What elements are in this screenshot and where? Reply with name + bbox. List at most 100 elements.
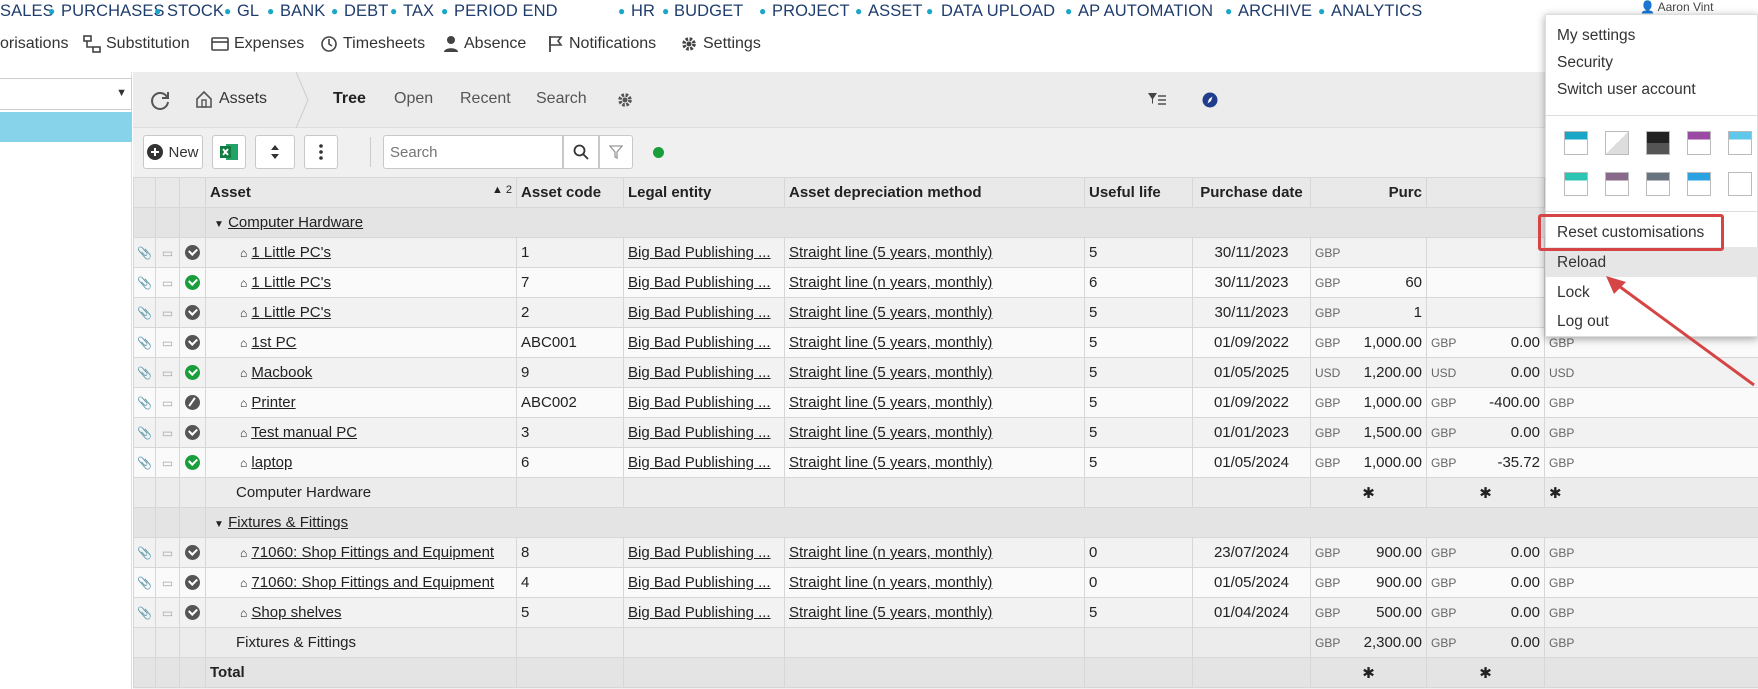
theme-swatch-teal[interactable] xyxy=(1564,172,1588,196)
attach-cell[interactable]: 📎 xyxy=(133,537,156,568)
legal-entity-cell[interactable]: Big Bad Publishing ... xyxy=(623,297,785,328)
nav-project[interactable]: PROJECT xyxy=(772,2,850,21)
legal-entity-cell[interactable]: Big Bad Publishing ... xyxy=(623,447,785,478)
legal-entity-cell[interactable]: Big Bad Publishing ... xyxy=(623,387,785,418)
depreciation-link[interactable]: Straight line (5 years, monthly) xyxy=(789,304,992,321)
asset-cell[interactable]: ⌂ Shop shelves xyxy=(205,597,517,628)
table-row[interactable]: 📎 ▭ ⌂ 71060: Shop Fittings and Equipment 4 B… xyxy=(133,567,1758,598)
theme-swatch-dark[interactable] xyxy=(1646,131,1670,155)
depreciation-cell[interactable]: Straight line (n years, monthly) xyxy=(784,567,1085,598)
note-cell[interactable]: ▭ xyxy=(155,567,180,598)
attach-cell[interactable]: 📎 xyxy=(133,447,156,478)
note-cell[interactable]: ▭ xyxy=(155,537,180,568)
expand-triangle-icon[interactable]: ▼ xyxy=(214,219,224,230)
subnav-expenses[interactable]: Expenses xyxy=(211,35,304,53)
subnav-timesheets[interactable]: Timesheets xyxy=(320,35,425,53)
menu-switch-user[interactable]: Switch user account xyxy=(1557,81,1696,99)
nav-archive[interactable]: ARCHIVE xyxy=(1238,2,1312,21)
depreciation-cell[interactable]: Straight line (5 years, monthly) xyxy=(784,387,1085,418)
depreciation-link[interactable]: Straight line (5 years, monthly) xyxy=(789,244,992,261)
group-name[interactable]: Fixtures & Fittings xyxy=(228,514,348,531)
table-row[interactable]: 📎 ▭ ⌂ Macbook 9 Big Bad Publishing ... Straig… xyxy=(133,357,1758,388)
nav-stock[interactable]: STOCK xyxy=(167,2,224,21)
subnav-absence[interactable]: Absence xyxy=(443,35,526,53)
depreciation-link[interactable]: Straight line (5 years, monthly) xyxy=(789,364,992,381)
legal-entity-cell[interactable]: Big Bad Publishing ... xyxy=(623,237,785,268)
asset-cell[interactable]: ⌂ 71060: Shop Fittings and Equipment xyxy=(205,537,517,568)
menu-lock[interactable]: Lock xyxy=(1557,284,1590,302)
note-cell[interactable]: ▭ xyxy=(155,597,180,628)
depreciation-cell[interactable]: Straight line (5 years, monthly) xyxy=(784,357,1085,388)
nav-ap-automation[interactable]: AP AUTOMATION xyxy=(1078,2,1213,21)
legal-entity-cell[interactable]: Big Bad Publishing ... xyxy=(623,597,785,628)
nav-tax[interactable]: TAX xyxy=(403,2,434,21)
attach-cell[interactable]: 📎 xyxy=(133,267,156,298)
depreciation-link[interactable]: Straight line (5 years, monthly) xyxy=(789,334,992,351)
tab-recent[interactable]: Recent xyxy=(460,90,511,108)
asset-name-link[interactable]: 71060: Shop Fittings and Equipment xyxy=(251,574,494,591)
depreciation-cell[interactable]: Straight line (5 years, monthly) xyxy=(784,327,1085,358)
table-row[interactable]: 📎 ▭ ⌂ 1 Little PC's 1 Big Bad Publishing ...… xyxy=(133,237,1758,268)
theme-swatch-blue[interactable] xyxy=(1564,131,1588,155)
asset-name-link[interactable]: 71060: Shop Fittings and Equipment xyxy=(251,544,494,561)
compass-icon[interactable] xyxy=(1202,92,1218,108)
asset-name-link[interactable]: Macbook xyxy=(251,364,312,381)
theme-swatch-slate[interactable] xyxy=(1646,172,1670,196)
asset-cell[interactable]: ⌂ 1 Little PC's xyxy=(205,297,517,328)
theme-swatch-plain[interactable] xyxy=(1728,172,1752,196)
note-cell[interactable]: ▭ xyxy=(155,297,180,328)
legal-entity-link[interactable]: Big Bad Publishing ... xyxy=(628,304,771,321)
note-cell[interactable]: ▭ xyxy=(155,447,180,478)
group-row[interactable]: ▼ Computer Hardware xyxy=(133,207,1758,238)
user-menu[interactable]: 👤 Aaron Vint xyxy=(1640,0,1713,14)
subnav-settings[interactable]: Settings xyxy=(680,35,761,53)
depreciation-cell[interactable]: Straight line (5 years, monthly) xyxy=(784,597,1085,628)
asset-cell[interactable]: ⌂ 71060: Shop Fittings and Equipment xyxy=(205,567,517,598)
legal-entity-cell[interactable]: Big Bad Publishing ... xyxy=(623,417,785,448)
legal-entity-link[interactable]: Big Bad Publishing ... xyxy=(628,394,771,411)
sort-button[interactable] xyxy=(255,135,295,169)
tab-open[interactable]: Open xyxy=(394,90,433,108)
depreciation-cell[interactable]: Straight line (5 years, monthly) xyxy=(784,297,1085,328)
col-header-asset-code[interactable]: Asset code xyxy=(516,177,624,208)
asset-cell[interactable]: ⌂ Test manual PC xyxy=(205,417,517,448)
nav-data-upload[interactable]: DATA UPLOAD xyxy=(941,2,1055,21)
table-row[interactable]: 📎 ▭ ⌂ Printer ABC002 Big Bad Publishing ... S… xyxy=(133,387,1758,418)
legal-entity-link[interactable]: Big Bad Publishing ... xyxy=(628,244,771,261)
col-header-legal-entity[interactable]: Legal entity xyxy=(623,177,785,208)
theme-swatch-sky[interactable] xyxy=(1728,131,1752,155)
note-cell[interactable]: ▭ xyxy=(155,417,180,448)
depreciation-cell[interactable]: Straight line (5 years, monthly) xyxy=(784,237,1085,268)
depreciation-link[interactable]: Straight line (n years, monthly) xyxy=(789,574,992,591)
col-header-purchase-date[interactable]: Purchase date xyxy=(1192,177,1311,208)
filter-list-icon[interactable] xyxy=(1147,92,1167,108)
theme-swatch-purple[interactable] xyxy=(1687,131,1711,155)
legal-entity-cell[interactable]: Big Bad Publishing ... xyxy=(623,327,785,358)
theme-swatch-azure[interactable] xyxy=(1687,172,1711,196)
table-row[interactable]: 📎 ▭ ⌂ 1 Little PC's 2 Big Bad Publishing ...… xyxy=(133,297,1758,328)
group-name[interactable]: Computer Hardware xyxy=(228,214,363,231)
asset-cell[interactable]: ⌂ 1 Little PC's xyxy=(205,267,517,298)
menu-my-settings[interactable]: My settings xyxy=(1557,27,1635,45)
nav-hr[interactable]: HR xyxy=(631,2,655,21)
nav-budget[interactable]: BUDGET xyxy=(674,2,743,21)
col-header-purchase[interactable]: Purc xyxy=(1310,177,1427,208)
note-cell[interactable]: ▭ xyxy=(155,267,180,298)
legal-entity-cell[interactable]: Big Bad Publishing ... xyxy=(623,537,785,568)
col-header-asset[interactable]: Asset ▲ 2 xyxy=(205,177,517,208)
nav-asset[interactable]: ASSET xyxy=(868,2,923,21)
legal-entity-link[interactable]: Big Bad Publishing ... xyxy=(628,364,771,381)
more-options-button[interactable] xyxy=(304,135,338,169)
asset-name-link[interactable]: 1st PC xyxy=(251,334,296,351)
asset-cell[interactable]: ⌂ 1st PC xyxy=(205,327,517,358)
depreciation-link[interactable]: Straight line (5 years, monthly) xyxy=(789,454,992,471)
legal-entity-cell[interactable]: Big Bad Publishing ... xyxy=(623,267,785,298)
attach-cell[interactable]: 📎 xyxy=(133,567,156,598)
company-select[interactable]: ▼ xyxy=(0,78,132,110)
left-selected-item[interactable] xyxy=(0,112,132,142)
search-button[interactable] xyxy=(563,135,599,169)
nav-purchases[interactable]: PURCHASES xyxy=(61,2,165,21)
refresh-icon[interactable] xyxy=(149,89,171,111)
asset-name-link[interactable]: Printer xyxy=(251,394,295,411)
col-header-depreciation[interactable]: Asset depreciation method xyxy=(784,177,1085,208)
